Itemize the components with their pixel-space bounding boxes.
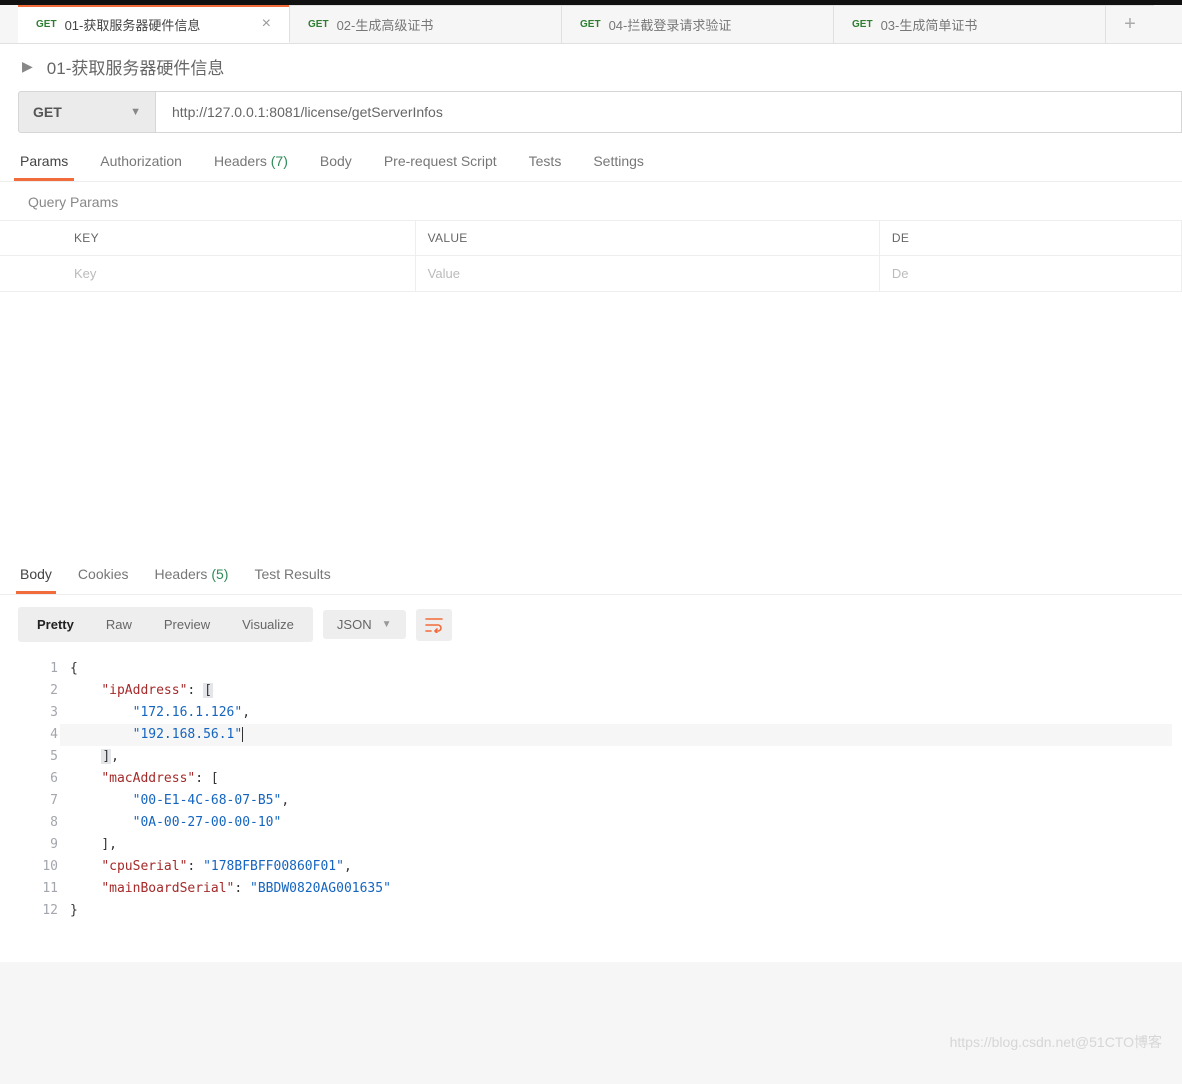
http-method-badge: GET xyxy=(580,19,601,30)
tab-prerequest[interactable]: Pre-request Script xyxy=(382,147,499,181)
view-mode-segment: Pretty Raw Preview Visualize xyxy=(18,607,313,642)
request-title-row[interactable]: ▶ 01-获取服务器硬件信息 xyxy=(0,44,1182,91)
tab-label: 02-生成高级证书 xyxy=(337,15,434,34)
line-number-gutter: 123456789101112 xyxy=(0,658,70,922)
query-params-label: Query Params xyxy=(0,182,1182,220)
table-header-value: VALUE xyxy=(415,221,879,256)
tab-authorization[interactable]: Authorization xyxy=(98,147,184,181)
seg-raw[interactable]: Raw xyxy=(90,610,148,639)
chevron-down-icon: ▼ xyxy=(130,106,141,118)
param-description-input[interactable]: De xyxy=(879,256,1181,292)
http-method-badge: GET xyxy=(36,19,57,30)
chevron-down-icon: ▼ xyxy=(382,619,392,630)
tab-label: 03-生成简单证书 xyxy=(881,15,978,34)
tab-headers-count: (7) xyxy=(271,153,288,169)
url-bar: GET ▼ xyxy=(0,91,1182,133)
table-row[interactable]: Key Value De xyxy=(0,256,1182,292)
request-section-tabs: Params Authorization Headers (7) Body Pr… xyxy=(0,133,1182,182)
watermark-text: https://blog.csdn.net@51CTO博客 xyxy=(950,1032,1162,1052)
resp-tab-headers-count: (5) xyxy=(211,566,228,582)
table-header-spacer xyxy=(0,221,62,256)
tab-request-04[interactable]: GET 04-拦截登录请求验证 xyxy=(562,5,834,43)
resp-tab-headers-label: Headers xyxy=(155,566,208,582)
tab-body[interactable]: Body xyxy=(318,147,354,181)
seg-visualize[interactable]: Visualize xyxy=(226,610,310,639)
url-input[interactable] xyxy=(156,91,1182,133)
seg-pretty[interactable]: Pretty xyxy=(21,610,90,639)
params-empty-space xyxy=(0,292,1182,552)
new-tab-button[interactable]: + xyxy=(1106,5,1154,43)
close-icon[interactable]: × xyxy=(262,15,271,33)
http-method-badge: GET xyxy=(308,19,329,30)
param-key-input[interactable]: Key xyxy=(62,256,415,292)
response-toolbar: Pretty Raw Preview Visualize JSON ▼ xyxy=(0,595,1182,654)
method-selected: GET xyxy=(33,104,62,120)
resp-tab-tests[interactable]: Test Results xyxy=(252,562,332,594)
tab-tests[interactable]: Tests xyxy=(527,147,564,181)
param-value-input[interactable]: Value xyxy=(415,256,879,292)
table-header-description: DE xyxy=(879,221,1181,256)
caret-right-icon: ▶ xyxy=(22,58,33,75)
query-params-table: KEY VALUE DE Key Value De xyxy=(0,220,1182,292)
format-dropdown[interactable]: JSON ▼ xyxy=(323,610,406,639)
resp-tab-headers[interactable]: Headers (5) xyxy=(153,562,231,594)
method-dropdown[interactable]: GET ▼ xyxy=(18,91,156,133)
tab-request-02[interactable]: GET 02-生成高级证书 xyxy=(290,5,562,43)
tab-params[interactable]: Params xyxy=(18,147,70,181)
response-body-view[interactable]: 123456789101112 { "ipAddress": [ "172.16… xyxy=(0,654,1182,962)
wrap-icon xyxy=(425,617,443,633)
code-content[interactable]: { "ipAddress": [ "172.16.1.126", "192.16… xyxy=(70,658,1182,922)
request-title: 01-获取服务器硬件信息 xyxy=(47,54,225,79)
tab-headers[interactable]: Headers (7) xyxy=(212,147,290,181)
resp-tab-body[interactable]: Body xyxy=(18,562,54,594)
seg-preview[interactable]: Preview xyxy=(148,610,226,639)
table-header-key: KEY xyxy=(62,221,415,256)
tab-settings[interactable]: Settings xyxy=(591,147,646,181)
tab-request-03[interactable]: GET 03-生成简单证书 xyxy=(834,5,1106,43)
resp-tab-cookies[interactable]: Cookies xyxy=(76,562,131,594)
tab-request-01[interactable]: GET 01-获取服务器硬件信息 × xyxy=(18,5,290,43)
request-tabs-bar: GET 01-获取服务器硬件信息 × GET 02-生成高级证书 GET 04-… xyxy=(0,5,1182,44)
http-method-badge: GET xyxy=(852,19,873,30)
format-selected: JSON xyxy=(337,617,372,632)
wrap-lines-button[interactable] xyxy=(416,609,452,641)
tab-label: 04-拦截登录请求验证 xyxy=(609,15,732,34)
tab-headers-label: Headers xyxy=(214,153,267,169)
response-tabs: Body Cookies Headers (5) Test Results xyxy=(0,552,1182,595)
tab-label: 01-获取服务器硬件信息 xyxy=(65,15,201,34)
